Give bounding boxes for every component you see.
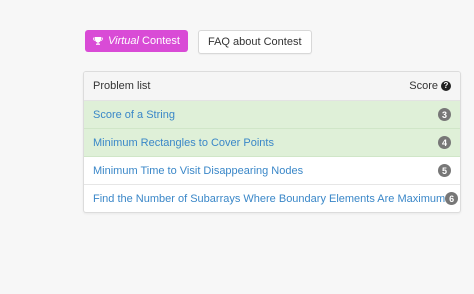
contest-actions: Virtual Contest FAQ about Contest (85, 30, 312, 54)
score-badge: 3 (438, 108, 451, 121)
score-header: Score ? (409, 80, 451, 92)
score-header-label: Score (409, 80, 438, 92)
problem-link[interactable]: Score of a String (93, 109, 175, 121)
problem-list-title: Problem list (93, 80, 151, 92)
score-badge: 4 (438, 136, 451, 149)
problem-row: Find the Number of Subarrays Where Bound… (84, 185, 460, 212)
question-circle-icon[interactable]: ? (441, 81, 451, 91)
trophy-icon (93, 36, 103, 46)
problem-list-panel: Problem list Score ? Score of a String 3… (83, 71, 461, 213)
problem-row: Score of a String 3 (84, 101, 460, 129)
problem-row: Minimum Rectangles to Cover Points 4 (84, 129, 460, 157)
problem-row: Minimum Time to Visit Disappearing Nodes… (84, 157, 460, 185)
problem-link[interactable]: Minimum Time to Visit Disappearing Nodes (93, 165, 303, 177)
problem-list-header: Problem list Score ? (84, 72, 460, 101)
score-badge: 6 (445, 192, 459, 205)
virtual-contest-button[interactable]: Virtual Contest (85, 30, 188, 52)
virtual-contest-label: Contest (142, 35, 180, 47)
score-badge: 5 (438, 164, 451, 177)
problem-link[interactable]: Minimum Rectangles to Cover Points (93, 137, 274, 149)
problem-link[interactable]: Find the Number of Subarrays Where Bound… (93, 193, 445, 205)
virtual-contest-label-italic: Virtual (108, 35, 139, 47)
faq-contest-button[interactable]: FAQ about Contest (197, 30, 312, 54)
contest-page: Virtual Contest FAQ about Contest Proble… (0, 0, 474, 294)
